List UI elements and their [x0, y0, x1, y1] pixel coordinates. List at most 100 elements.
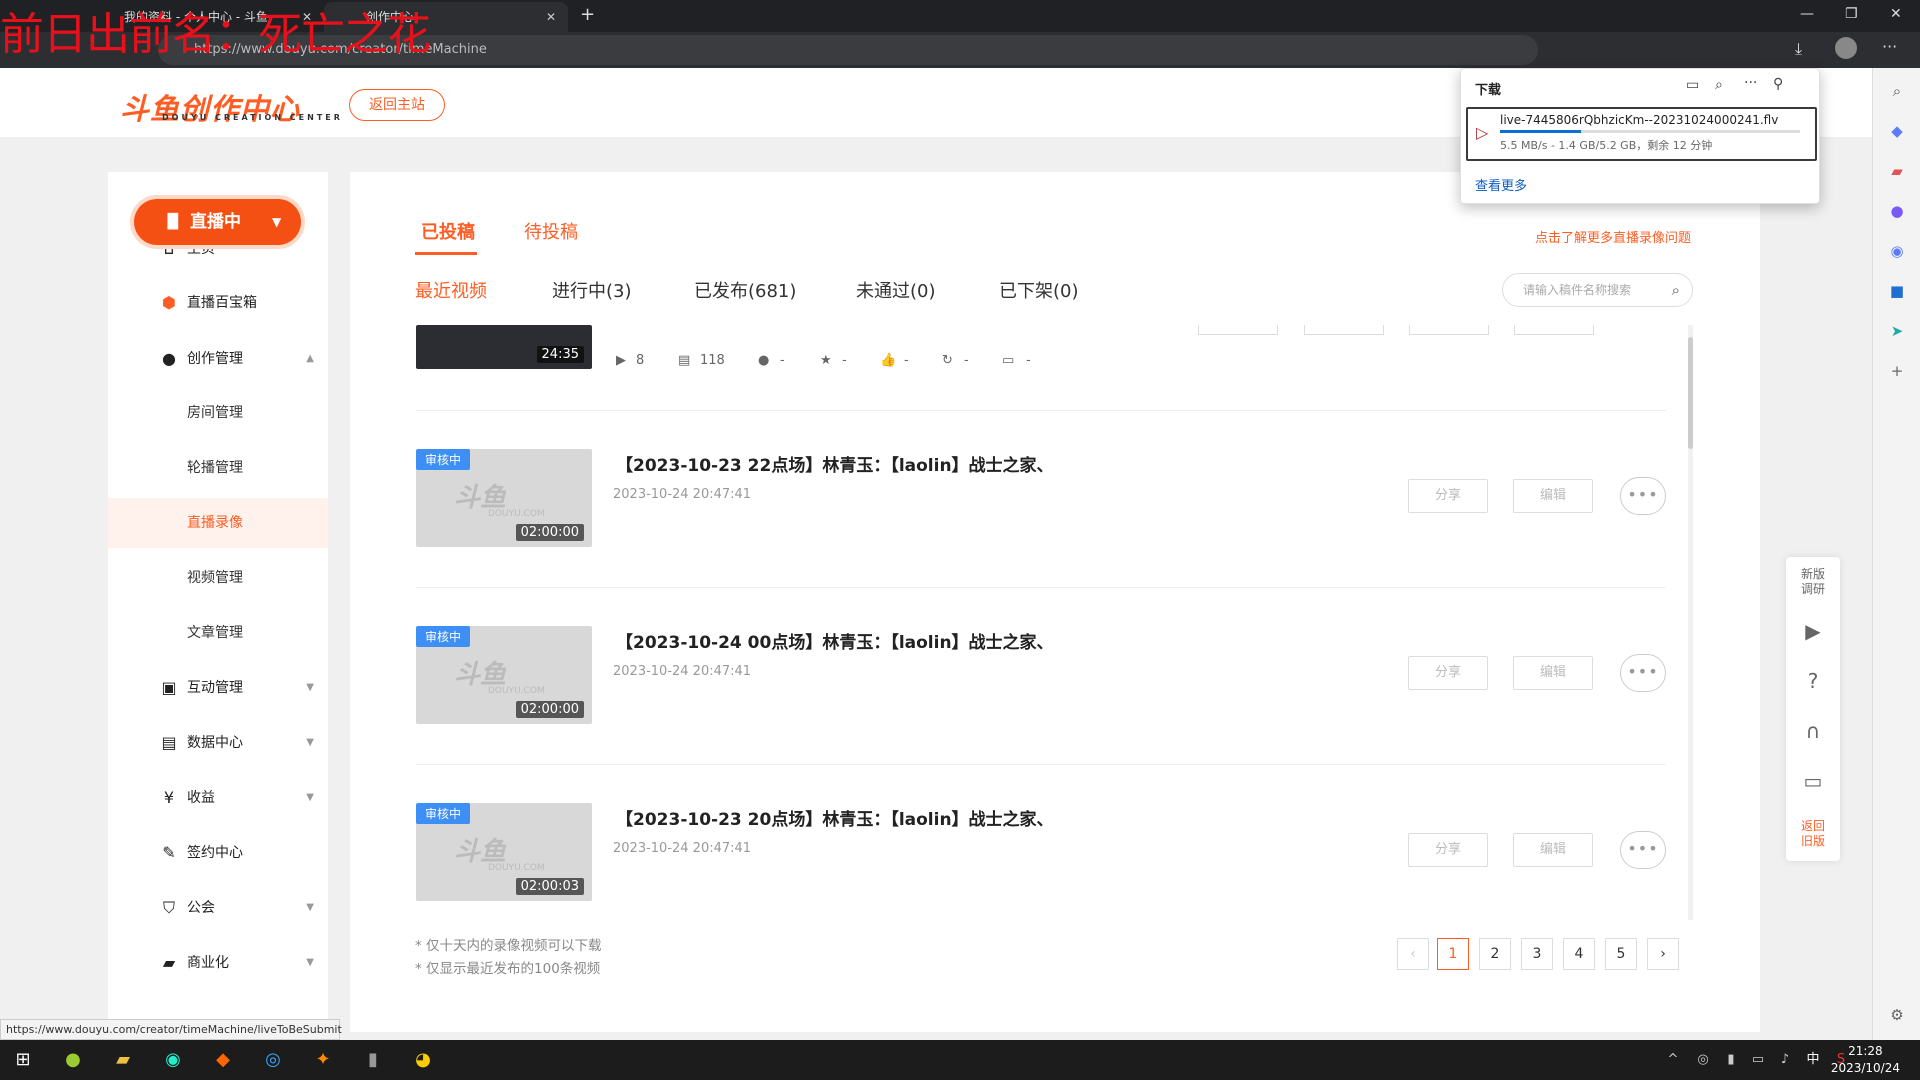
network-icon[interactable]: ▭ [1745, 1048, 1771, 1072]
next-page-button[interactable]: › [1647, 938, 1679, 970]
sidebar-item-income[interactable]: ¥ 收益 ▼ [108, 773, 328, 823]
more-options-button[interactable]: ••• [1620, 477, 1666, 515]
ime-indicator[interactable]: 中 [1800, 1048, 1826, 1072]
sidebar-item-videos[interactable]: 视频管理 [108, 553, 328, 603]
partial-button[interactable] [1198, 325, 1278, 335]
search-icon[interactable]: ⌕ [1715, 77, 1723, 93]
settings-icon[interactable]: ⚙ [1886, 1006, 1908, 1028]
video-thumbnail[interactable]: 斗鱼 DOUYU.COM 审核中 02:00:00 [416, 626, 592, 724]
help-icon[interactable]: ? [1786, 669, 1840, 693]
app-icon[interactable]: ▮ [360, 1048, 386, 1072]
new-tab-icon[interactable]: + [580, 4, 595, 25]
steam-tray-icon[interactable]: ◎ [1690, 1048, 1716, 1072]
edit-button[interactable]: 编辑 [1513, 833, 1593, 867]
owl-icon[interactable]: ◕ [410, 1048, 436, 1072]
prev-page-button[interactable]: ‹ [1397, 938, 1429, 970]
headset-icon[interactable]: ∩ [1786, 719, 1840, 743]
game-icon[interactable]: ✦ [310, 1048, 336, 1072]
tab-pending[interactable]: 待投稿 [524, 218, 578, 244]
search-icon[interactable]: ⌕ [1672, 274, 1680, 306]
douyu-icon[interactable]: ◆ [210, 1048, 236, 1072]
partial-button[interactable] [1304, 325, 1384, 335]
page-button[interactable]: 2 [1479, 938, 1511, 970]
partial-button[interactable] [1409, 325, 1489, 335]
sidebar-item-contract[interactable]: ✎ 签约中心 [108, 828, 328, 878]
share-button[interactable]: 分享 [1408, 833, 1488, 867]
page-button[interactable]: 3 [1521, 938, 1553, 970]
mic-icon[interactable]: ▮ [1718, 1048, 1744, 1072]
video-thumbnail[interactable]: 斗鱼 DOUYU.COM 审核中 02:00:00 [416, 449, 592, 547]
more-icon[interactable]: ··· [1882, 37, 1897, 56]
sidebar-item-articles[interactable]: 文章管理 [108, 608, 328, 658]
circle-icon[interactable]: ◉ [1886, 242, 1908, 264]
windows-start-icon[interactable]: ⊞ [10, 1048, 36, 1072]
live-status-button[interactable]: ▐▌ 直播中 ▼ [134, 199, 301, 245]
steam-icon[interactable]: ◎ [260, 1048, 286, 1072]
old-version-link[interactable]: 返回 旧版 [1786, 819, 1840, 849]
download-icon[interactable]: ⤓ [1795, 39, 1802, 59]
page-button[interactable]: 4 [1563, 938, 1595, 970]
video-thumbnail[interactable]: 斗鱼 DOUYU.COM 审核中 02:00:03 [416, 803, 592, 901]
subtab-rejected[interactable]: 未通过(0) [856, 277, 936, 303]
send-icon[interactable]: ➤ [1886, 322, 1908, 344]
more-options-button[interactable]: ••• [1620, 654, 1666, 692]
clock[interactable]: 21:28 2023/10/24 [1831, 1043, 1900, 1077]
edit-button[interactable]: 编辑 [1513, 479, 1593, 513]
folder-icon[interactable]: ▰ [110, 1048, 136, 1072]
sidebar-item-creation[interactable]: ● 创作管理 ▲ [108, 334, 328, 384]
scrollbar-thumb[interactable] [1688, 337, 1693, 449]
partial-button[interactable] [1514, 325, 1594, 335]
back-to-main-button[interactable]: 返回主站 [349, 89, 445, 121]
edge-icon[interactable]: ◉ [160, 1048, 186, 1072]
subtab-in-progress[interactable]: 进行中(3) [552, 277, 632, 303]
share-button[interactable]: 分享 [1408, 656, 1488, 690]
subtab-removed[interactable]: 已下架(0) [999, 277, 1079, 303]
video-title[interactable]: 【2023-10-24 00点场】林青玉：【laolin】战士之家、 [616, 628, 1054, 653]
close-window-icon[interactable]: ✕ [1890, 6, 1902, 22]
more-options-button[interactable]: ••• [1620, 831, 1666, 869]
tab-submitted[interactable]: 已投稿 [421, 218, 475, 244]
sidebar-item-business[interactable]: ▰ 商业化 ▼ [108, 938, 328, 988]
sidebar-item-interaction[interactable]: ▣ 互动管理 ▼ [108, 663, 328, 713]
video-title[interactable]: 【2023-10-23 22点场】林青玉：【laolin】战士之家、 [616, 451, 1054, 476]
page-button[interactable]: 1 [1437, 938, 1469, 970]
share-button[interactable]: 分享 [1408, 479, 1488, 513]
divider [416, 410, 1666, 411]
sidebar-item-carousel[interactable]: 轮播管理 [108, 443, 328, 493]
scrollbar[interactable] [1688, 325, 1693, 920]
folder-icon[interactable]: ▭ [1686, 77, 1699, 93]
video-icon[interactable]: ▶ [1786, 619, 1840, 643]
tray-arrow-icon[interactable]: ^ [1660, 1048, 1686, 1072]
monitor-icon[interactable]: ▭ [1786, 769, 1840, 793]
help-link[interactable]: 点击了解更多直播录像问题 [1535, 227, 1691, 246]
subtab-recent[interactable]: 最近视频 [415, 277, 487, 303]
sidebar-item-recordings[interactable]: 直播录像 [108, 498, 328, 548]
sidebar-item-room[interactable]: 房间管理 [108, 388, 328, 438]
app-icon[interactable]: ● [60, 1048, 86, 1072]
search-input[interactable]: 请输入稿件名称搜索 ⌕ [1502, 273, 1693, 307]
survey-link[interactable]: 新版 调研 [1786, 567, 1840, 597]
sidebar-item-data[interactable]: ▤ 数据中心 ▼ [108, 718, 328, 768]
volume-icon[interactable]: ♪ [1772, 1048, 1798, 1072]
profile-avatar[interactable] [1835, 37, 1857, 59]
see-more-link[interactable]: 查看更多 [1475, 175, 1527, 194]
pin-icon[interactable]: ⚲ [1773, 76, 1783, 92]
subtab-published[interactable]: 已发布(681) [694, 277, 796, 303]
download-item[interactable]: ▷ live-7445806rQbhzicKm--20231024000241.… [1466, 107, 1817, 161]
sidebar-item-toolbox[interactable]: ⬢ 直播百宝箱 [108, 278, 328, 328]
add-icon[interactable]: + [1886, 362, 1908, 384]
close-tab-icon[interactable]: ✕ [546, 2, 556, 32]
person-icon[interactable]: ● [1886, 202, 1908, 224]
page-button[interactable]: 5 [1605, 938, 1637, 970]
maximize-icon[interactable]: ❐ [1845, 6, 1858, 22]
toolbox-icon[interactable]: ▰ [1886, 162, 1908, 184]
video-thumbnail[interactable]: 24:35 [416, 325, 592, 369]
video-title[interactable]: 【2023-10-23 20点场】林青玉：【laolin】战士之家、 [616, 805, 1054, 830]
more-icon[interactable]: ··· [1744, 75, 1757, 91]
tag-icon[interactable]: ◆ [1886, 122, 1908, 144]
sidebar-item-guild[interactable]: ⛉ 公会 ▼ [108, 883, 328, 933]
search-icon[interactable]: ⌕ [1886, 82, 1908, 104]
edit-button[interactable]: 编辑 [1513, 656, 1593, 690]
outlook-icon[interactable]: ■ [1886, 282, 1908, 304]
minimize-icon[interactable]: — [1800, 6, 1814, 22]
